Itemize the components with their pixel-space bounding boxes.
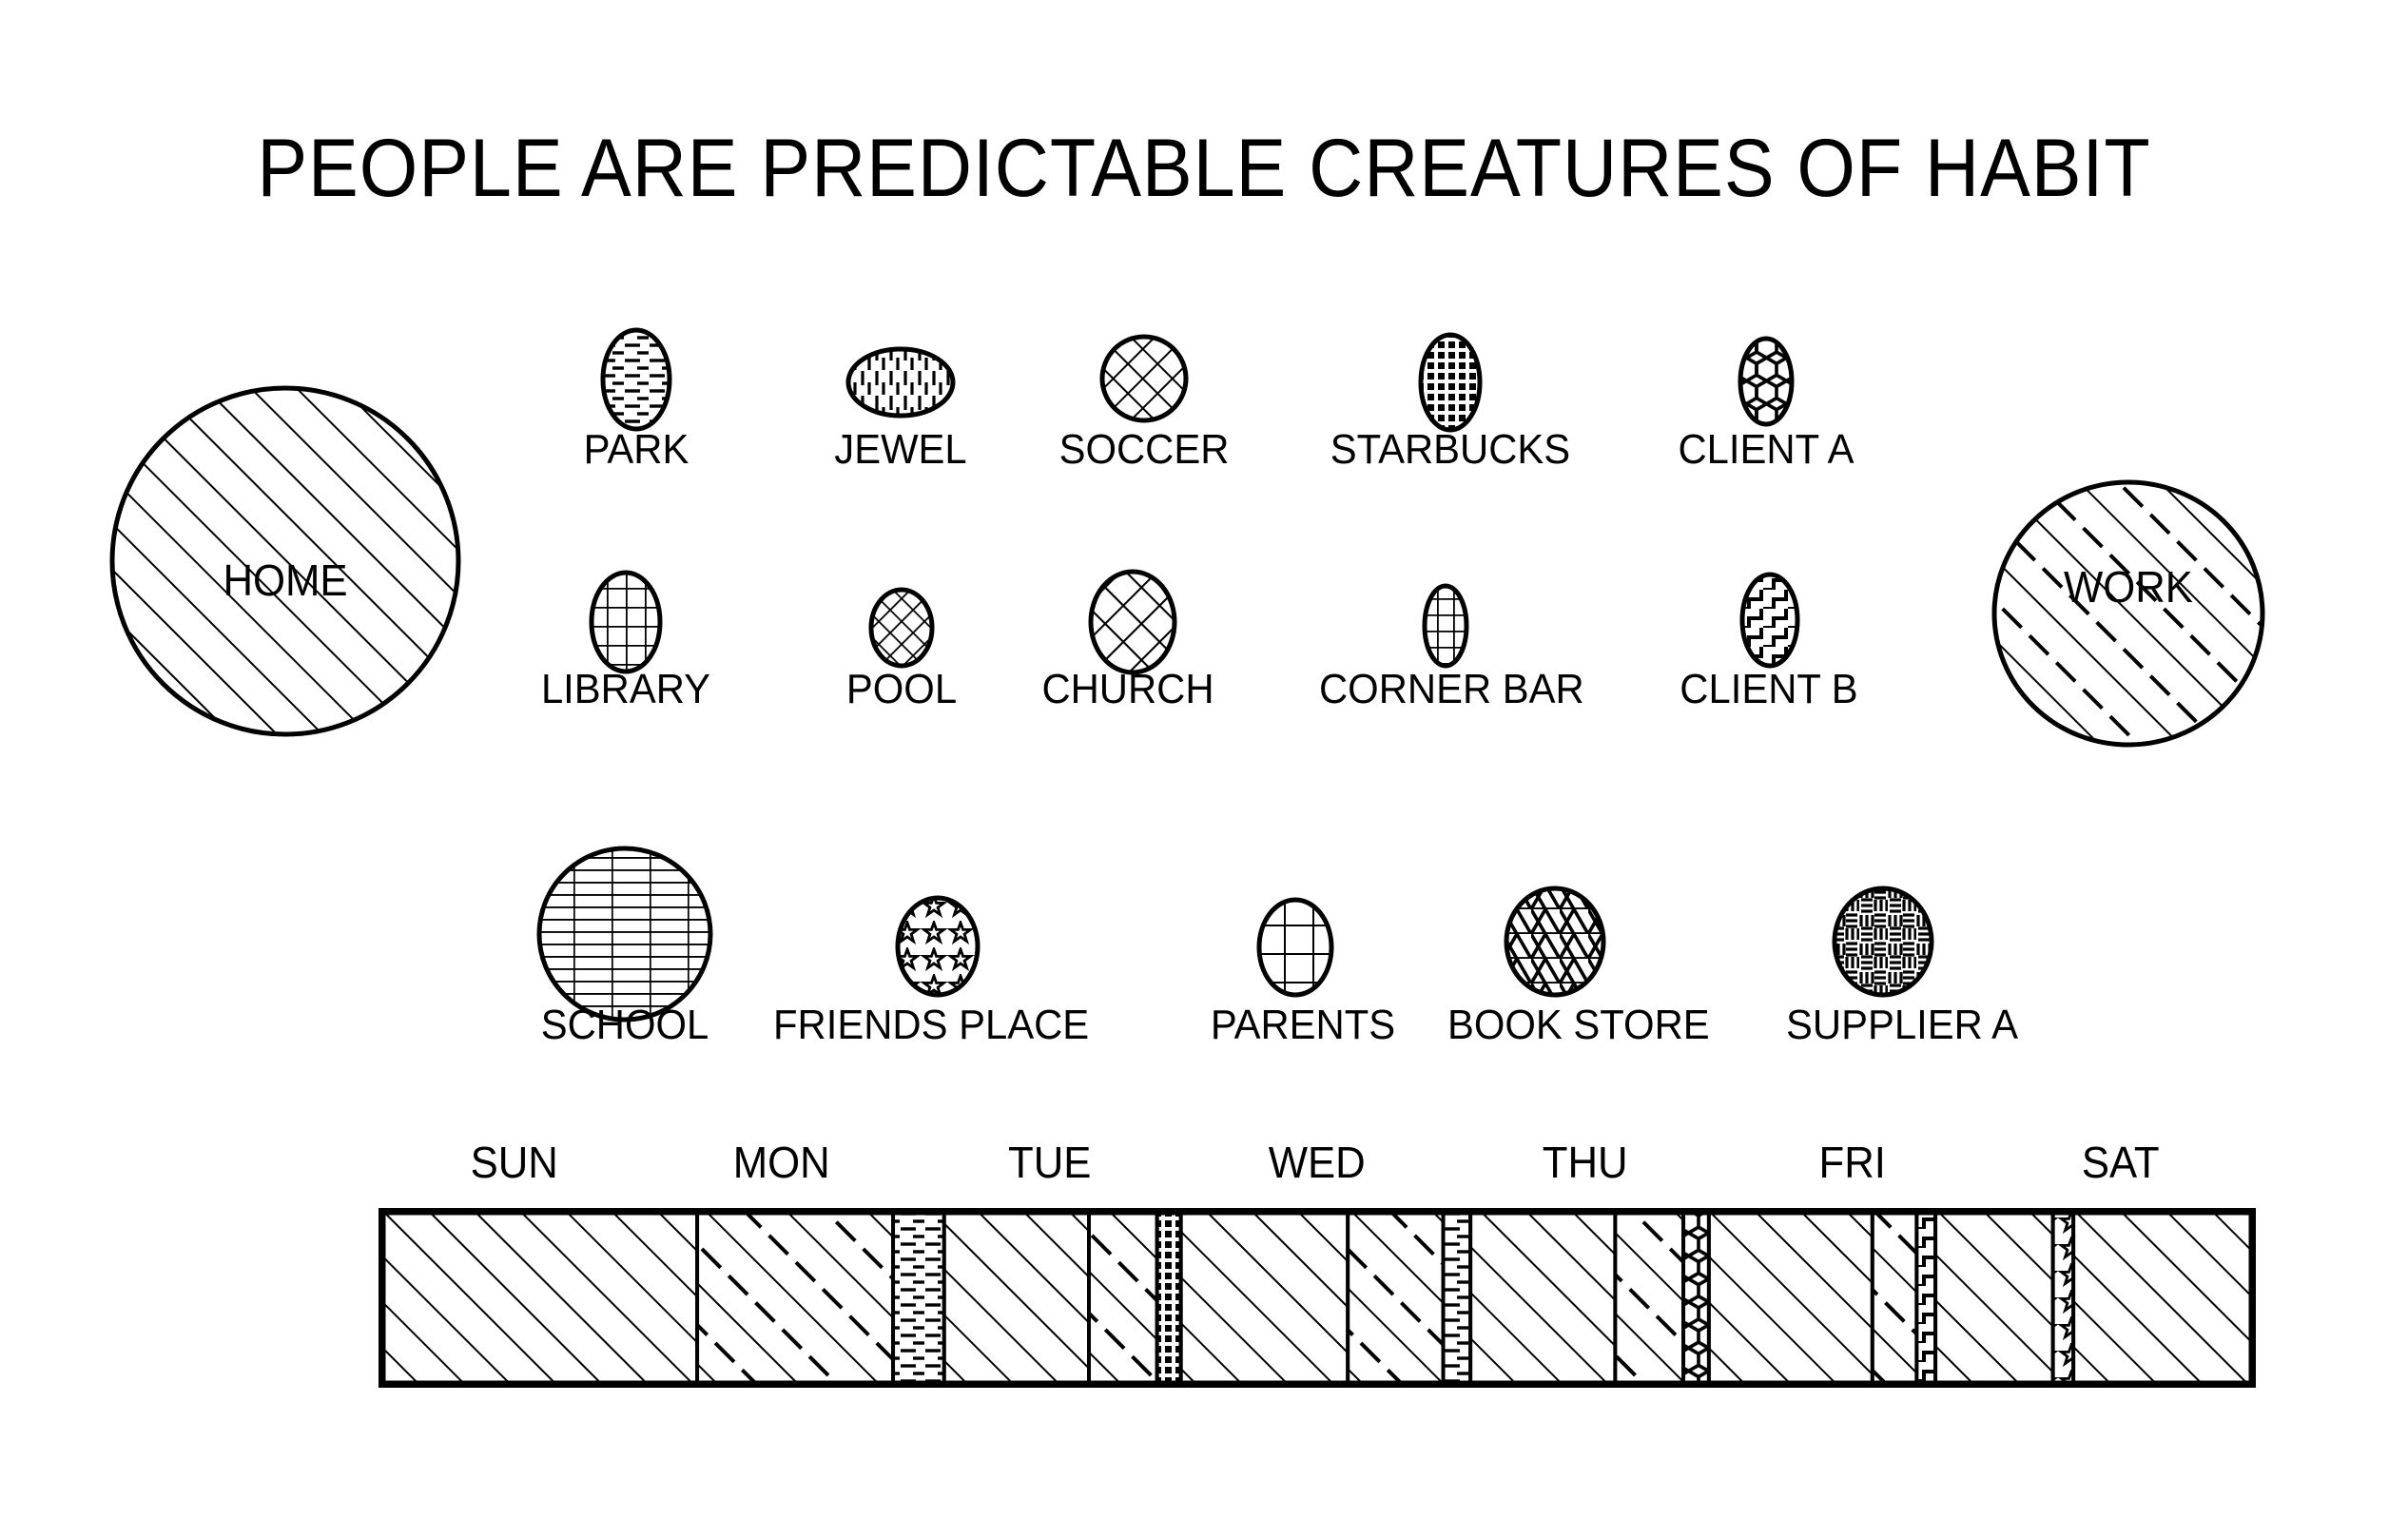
corner-bar-icon: [1422, 583, 1469, 669]
node-jewel[interactable]: [845, 345, 957, 419]
timeline-day-label-thu: THU: [1542, 1138, 1628, 1187]
timeline-svg: [379, 1208, 2257, 1388]
node-book-store[interactable]: [1503, 885, 1607, 999]
node-client-a-label: CLIENT A: [1678, 426, 1855, 473]
timeline-segment[interactable]: [1613, 1208, 1686, 1388]
book-store-icon: [1504, 886, 1606, 998]
pool-icon: [868, 587, 935, 669]
timeline-day-label-sat: SAT: [2081, 1138, 2160, 1187]
park-icon: [600, 327, 672, 432]
school-icon: [536, 846, 713, 1022]
node-book-store-label: BOOK STORE: [1447, 1002, 1710, 1048]
starbucks-icon: [1418, 332, 1483, 433]
work-circle-icon: [1991, 479, 2265, 748]
timeline-segment[interactable]: [1706, 1208, 1874, 1388]
jewel-icon: [845, 346, 956, 419]
node-soccer-label: SOCCER: [1058, 426, 1230, 473]
node-starbucks[interactable]: [1417, 331, 1484, 434]
timeline-day-label-fri: FRI: [1818, 1138, 1887, 1187]
timeline-segment[interactable]: [2071, 1208, 2257, 1388]
client-b-icon: [1739, 572, 1800, 669]
node-home-label: HOME: [223, 555, 348, 605]
node-work-label: WORK: [2064, 562, 2193, 612]
timeline-bar[interactable]: [379, 1208, 2257, 1388]
node-friends-place-label: FRIENDS PLACE: [773, 1002, 1090, 1048]
node-park[interactable]: [599, 326, 673, 433]
node-pool-label: POOL: [845, 666, 958, 712]
node-starbucks-label: STARBUCKS: [1330, 426, 1571, 473]
node-soccer[interactable]: [1098, 333, 1190, 424]
node-library[interactable]: [588, 569, 664, 675]
page-title: PEOPLE ARE PREDICTABLE CREATURES OF HABI…: [257, 123, 2151, 214]
supplier-a-icon: [1832, 886, 1934, 998]
timeline-segment[interactable]: [1870, 1208, 1919, 1388]
friends-place-icon: [895, 895, 981, 998]
library-icon: [589, 570, 663, 674]
diagram-canvas: PEOPLE ARE PREDICTABLE CREATURES OF HABI…: [0, 0, 2408, 1519]
timeline-day-label-tue: TUE: [1007, 1138, 1092, 1187]
timeline-day-label-mon: MON: [733, 1138, 831, 1187]
client-a-icon: [1738, 336, 1795, 427]
timeline-segment[interactable]: [891, 1208, 946, 1388]
node-corner-bar-label: CORNER BAR: [1319, 666, 1584, 712]
node-school[interactable]: [535, 845, 714, 1023]
soccer-icon: [1099, 334, 1189, 423]
node-church[interactable]: [1087, 568, 1178, 676]
node-church-label: CHURCH: [1041, 666, 1214, 712]
timeline-segment[interactable]: [1681, 1208, 1711, 1388]
node-supplier-a[interactable]: [1831, 885, 1935, 999]
node-client-b[interactable]: [1738, 571, 1801, 670]
node-client-a[interactable]: [1737, 335, 1796, 428]
parents-icon: [1256, 897, 1334, 998]
timeline-segment[interactable]: [2050, 1208, 2076, 1388]
timeline-segment[interactable]: [1933, 1208, 2055, 1388]
node-parents-label: PARENTS: [1210, 1002, 1396, 1048]
timeline-segment[interactable]: [1346, 1208, 1446, 1388]
church-icon: [1088, 569, 1177, 675]
timeline-day-label-wed: WED: [1269, 1138, 1366, 1187]
node-client-b-label: CLIENT B: [1680, 666, 1858, 712]
node-pool[interactable]: [867, 586, 936, 670]
node-parents[interactable]: [1255, 896, 1335, 999]
node-corner-bar[interactable]: [1421, 582, 1470, 670]
timeline-segment[interactable]: [1441, 1208, 1473, 1388]
node-jewel-label: JEWEL: [834, 426, 967, 473]
timeline-segment[interactable]: [1155, 1208, 1183, 1388]
timeline-segment[interactable]: [695, 1208, 896, 1388]
timeline-segment[interactable]: [1914, 1208, 1938, 1388]
node-work[interactable]: [1990, 476, 2266, 751]
timeline-segment[interactable]: [942, 1208, 1092, 1388]
node-library-label: LIBRARY: [540, 666, 711, 712]
node-supplier-a-label: SUPPLIER A: [1786, 1002, 2018, 1048]
timeline-segment[interactable]: [379, 1208, 700, 1388]
node-school-label: SCHOOL: [540, 1002, 709, 1048]
node-friends-place[interactable]: [894, 894, 981, 999]
timeline-segment[interactable]: [1087, 1208, 1159, 1388]
timeline-segment[interactable]: [1468, 1208, 1618, 1388]
node-park-label: PARK: [583, 426, 689, 473]
timeline-segment[interactable]: [1178, 1208, 1350, 1388]
timeline-day-label-sun: SUN: [470, 1138, 558, 1187]
